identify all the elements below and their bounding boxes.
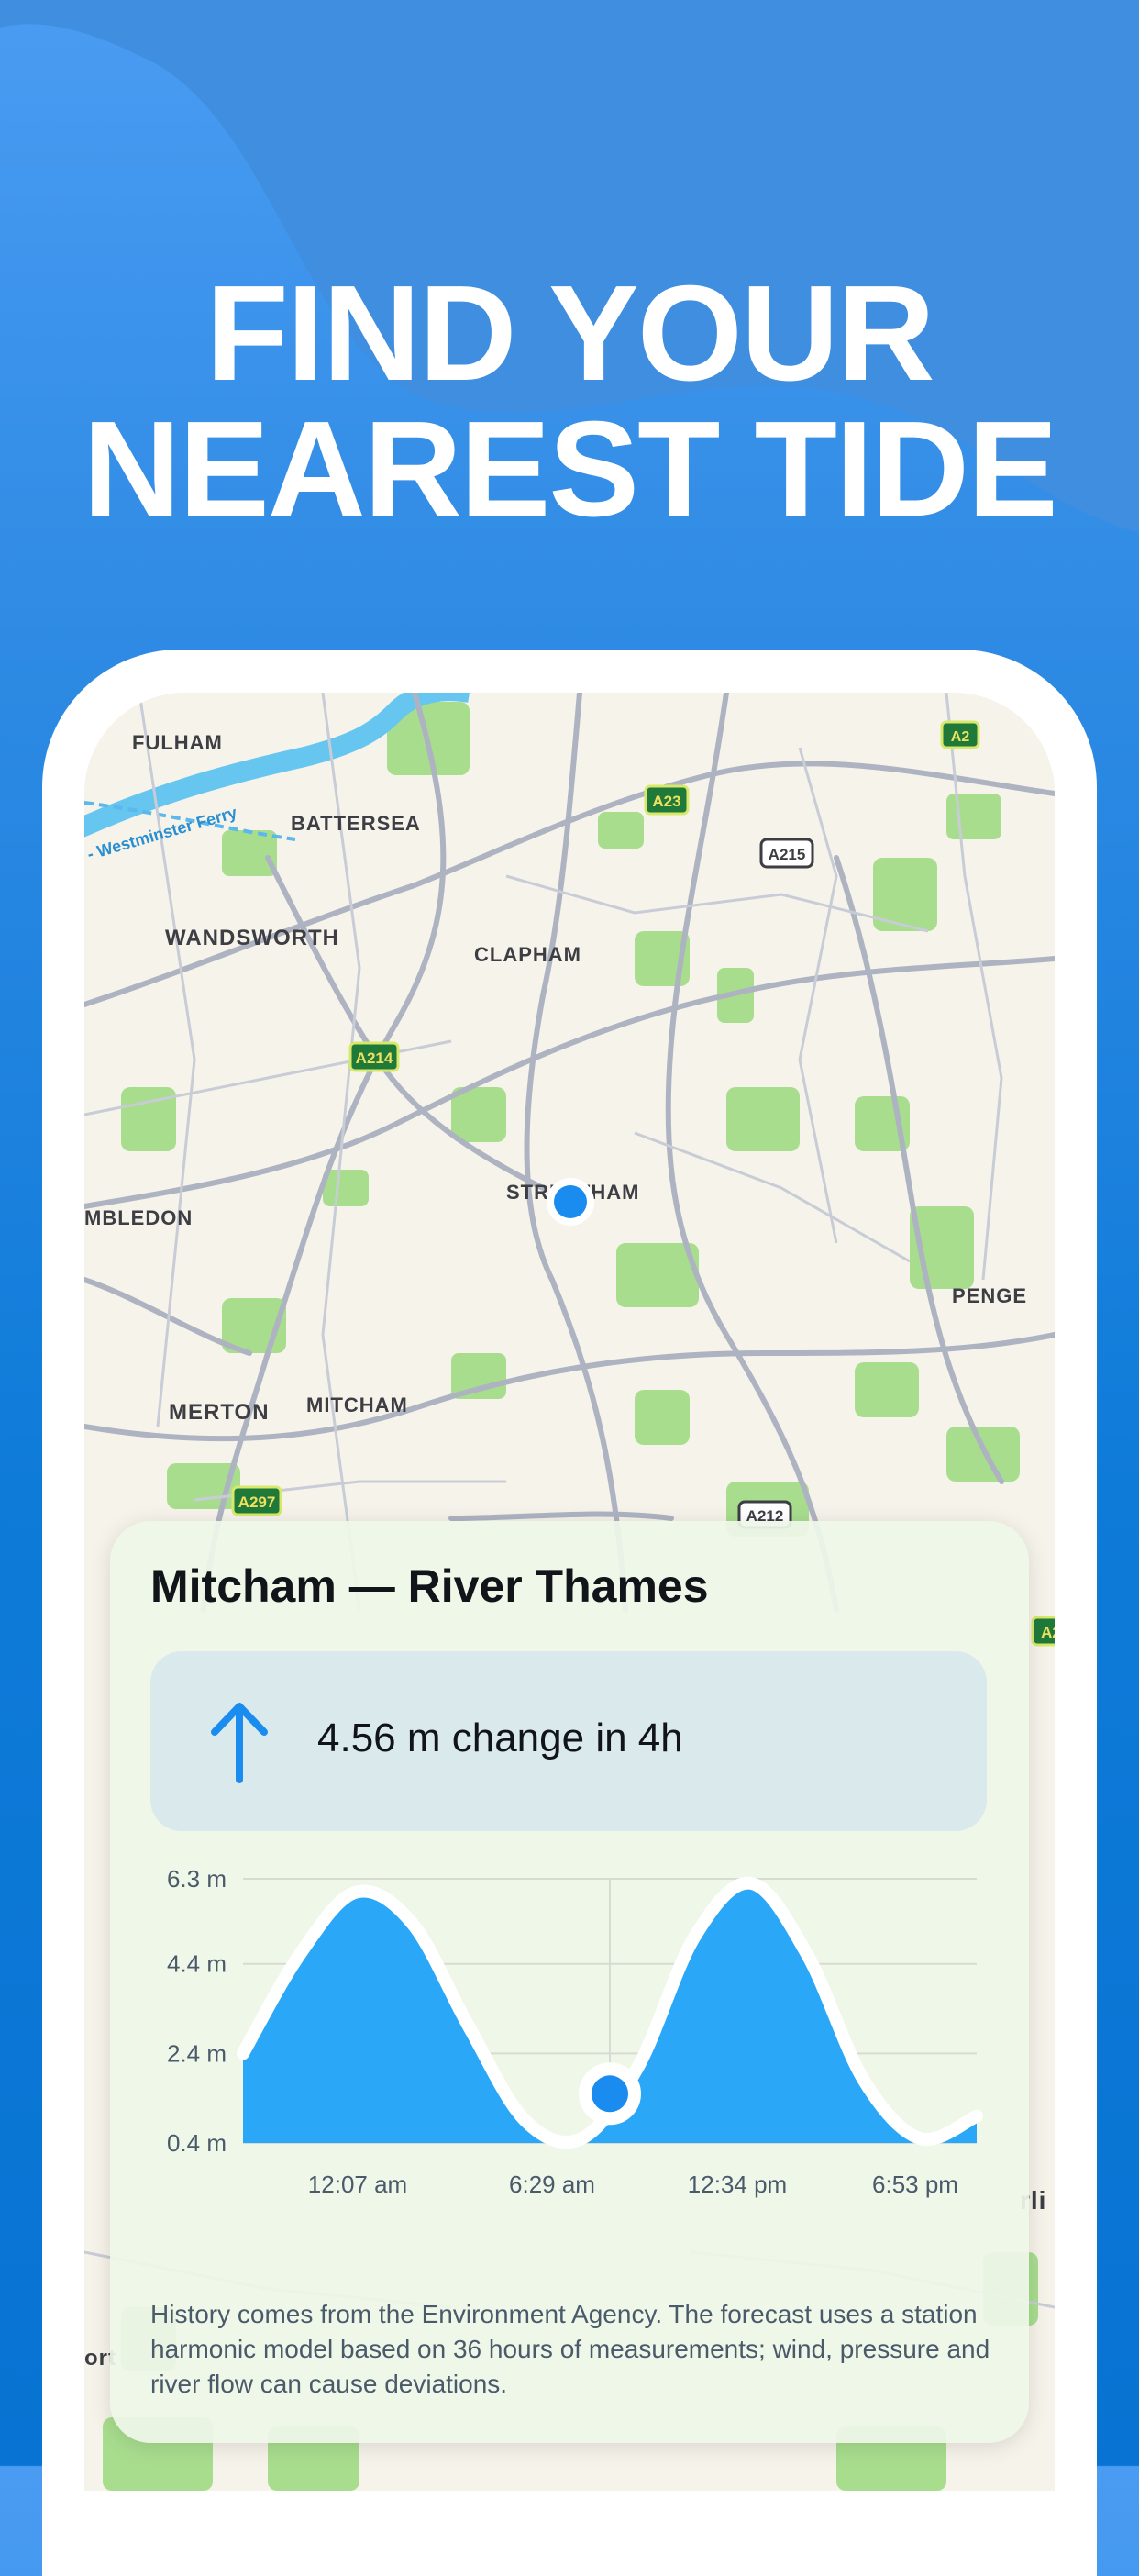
headline-line-2: NEAREST TIDE (83, 394, 1057, 545)
svg-text:A2: A2 (1041, 1624, 1055, 1641)
road-badge-a215: A215 (759, 838, 814, 869)
tide-info-card[interactable]: Mitcham — River Thames 4.56 m change in … (110, 1521, 1029, 2443)
svg-text:A23: A23 (652, 793, 680, 810)
tide-point-9 (750, 1882, 752, 1884)
tide-point-8 (693, 1936, 695, 1938)
map-label-wandsworth: WANDSWORTH (165, 926, 339, 950)
svg-text:A215: A215 (769, 846, 806, 863)
map-label-wimbledon: MBLEDON (84, 1206, 193, 1229)
arrow-up-icon (211, 1703, 268, 1783)
road-badge-a23: A23 (644, 784, 690, 816)
y-tick-label-3: 0.4 m (167, 2129, 227, 2157)
map-label-battersea: BATTERSEA (291, 812, 421, 835)
tide-point-10 (806, 1954, 808, 1956)
svg-text:A2: A2 (951, 729, 970, 745)
y-tick-label-0: 6.3 m (167, 1865, 227, 1893)
current-tide-marker (592, 2075, 628, 2113)
road-badge-a2-right: A2 (1031, 1616, 1055, 1647)
map-label-fulham: FULHAM (132, 731, 223, 754)
map-label-penge: PENGE (952, 1284, 1027, 1307)
tide-point-4 (468, 2026, 470, 2027)
map-label-mitcham: MITCHAM (306, 1393, 408, 1416)
road-badge-a2: A2 (940, 720, 980, 749)
tide-point-3 (412, 1923, 414, 1925)
tide-point-1 (299, 1954, 301, 1956)
tide-change-text: 4.56 m change in 4h (317, 1715, 683, 1760)
headline: FIND YOUR NEAREST TIDE (0, 266, 1139, 538)
tide-point-13 (976, 2115, 978, 2117)
tide-chart[interactable]: 6.3 m 4.4 m 2.4 m 0.4 m 12:07 am 6:29 am 12:34… (110, 1851, 1029, 2310)
headline-line-1: FIND YOUR (205, 258, 934, 409)
tide-change-panel: 4.56 m change in 4h (150, 1651, 987, 1831)
road-badge-a297: A297 (231, 1485, 282, 1516)
station-title: Mitcham — River Thames (150, 1560, 709, 1612)
map-label-merton: MERTON (169, 1400, 270, 1425)
data-source-footnote: History comes from the Environment Agenc… (150, 2300, 990, 2398)
tide-point-12 (919, 2137, 921, 2139)
tide-point-6 (581, 2137, 582, 2139)
road-badge-a214: A214 (348, 1041, 400, 1072)
x-tick-label-1: 6:29 am (509, 2171, 595, 2198)
tide-point-11 (863, 2080, 865, 2082)
x-tick-label-0: 12:07 am (308, 2171, 407, 2198)
svg-text:A297: A297 (238, 1493, 276, 1511)
x-tick-label-2: 12:34 pm (688, 2171, 787, 2198)
x-tick-label-3: 6:53 pm (872, 2171, 958, 2198)
y-tick-label-1: 4.4 m (167, 1950, 227, 1978)
tide-point-7 (637, 2066, 639, 2068)
svg-text:A214: A214 (356, 1049, 393, 1067)
y-tick-label-2: 2.4 m (167, 2039, 227, 2067)
current-location-marker[interactable] (547, 1178, 594, 1226)
tide-point-0 (242, 2052, 244, 2054)
tide-point-5 (525, 2120, 526, 2122)
map-label-clapham: CLAPHAM (474, 943, 581, 966)
tide-point-2 (355, 1892, 357, 1893)
